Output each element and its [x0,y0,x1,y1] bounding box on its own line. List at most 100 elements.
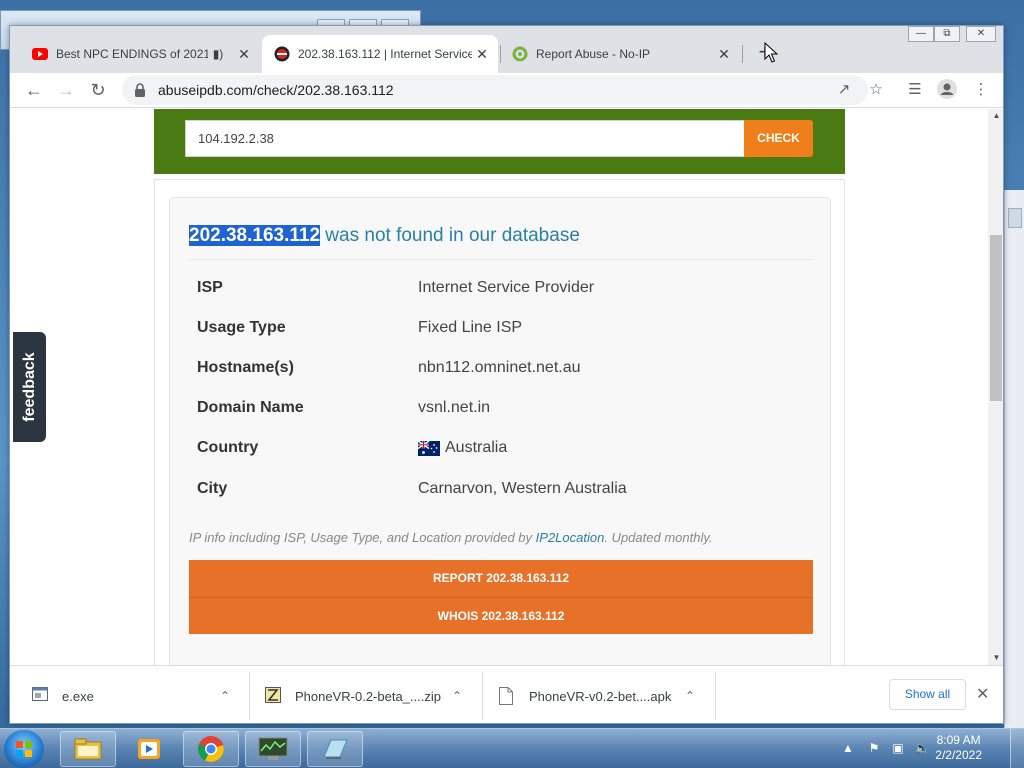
url-text[interactable]: abuseipdb.com/check/202.38.163.112 [158,82,394,98]
info-value: vsnl.net.in [418,399,491,416]
restore-button[interactable]: ⧉ [934,26,960,42]
show-desktop-button[interactable] [1010,729,1024,768]
close-shelf-icon[interactable]: ✕ [976,684,989,704]
download-filename: PhoneVR-0.2-beta_....zip [295,688,441,704]
search-band: 104.192.2.38 CHECK [154,109,845,174]
attribution-note: IP info including ISP, Usage Type, and L… [189,530,712,545]
tab-noip[interactable]: Report Abuse - No-IP ✕ [500,35,740,73]
file-icon [499,687,515,705]
share-icon[interactable]: ↗ [833,79,855,101]
background-scroll-up[interactable] [1008,208,1022,228]
result-card: 202.38.163.112 was not found in our data… [169,197,831,665]
download-separator [715,672,716,720]
tab-title: 202.38.163.112 | Internet Service [298,47,472,61]
download-item[interactable]: PhoneVR-0.2-beta_....zip ⌃ [265,666,475,723]
close-window-button[interactable]: ✕ [966,26,996,42]
media-control-icon[interactable]: ☰ [904,79,926,101]
download-item[interactable]: e.exe ⌃ [32,666,242,723]
speaker-icon[interactable]: ▮) [208,47,228,61]
download-separator [249,672,250,720]
whois-button[interactable]: WHOIS 202.38.163.112 [189,597,813,634]
start-button[interactable] [4,730,44,768]
address-bar[interactable]: abuseipdb.com/check/202.38.163.112 [122,75,868,105]
youtube-icon [32,46,48,62]
download-item[interactable]: PhoneVR-v0.2-bet....apk ⌃ [499,666,709,723]
forward-button[interactable]: → [53,77,79,103]
country-name: Australia [445,439,508,456]
chrome-taskbar-button[interactable] [183,731,239,767]
info-row-city: City Carnarvon, Western Australia [197,480,817,504]
zip-file-icon [265,687,281,705]
selected-ip[interactable]: 202.38.163.112 [189,225,321,246]
show-all-button[interactable]: Show all [889,679,966,710]
menu-kebab-icon[interactable]: ⋮ [970,79,992,101]
bookmark-star-icon[interactable]: ☆ [865,79,887,101]
info-row-domain: Domain Name vsnl.net.in [197,399,817,423]
browser-toolbar: ← → ↻ abuseipdb.com/check/202.38.163.112… [10,73,1003,108]
attribution-prefix: IP info including ISP, Usage Type, and L… [189,530,536,545]
info-key: City [197,480,228,497]
taskbar: ▲ ⚑ ▣ 🔈 8:09 AM 2/2/2022 [0,728,1024,768]
info-value: Australia [418,439,507,457]
tab-abuseipdb[interactable]: 202.38.163.112 | Internet Service ✕ [262,35,498,73]
background-window-edge [1004,190,1024,730]
scroll-thumb[interactable] [990,235,1002,401]
notepad-taskbar-button[interactable] [307,731,363,767]
attribution-suffix: . Updated monthly. [604,530,713,545]
media-player-taskbar-button[interactable] [121,731,177,767]
feedback-tab[interactable]: feedback [13,332,46,442]
page-viewport: 104.192.2.38 CHECK 202.38.163.112 was no… [10,109,988,665]
result-panel: 202.38.163.112 was not found in our data… [154,179,845,665]
tray-expand-icon[interactable]: ▲ [840,741,856,757]
info-row-country: Country Australia [197,439,817,463]
profile-avatar-icon[interactable] [936,79,958,101]
close-tab-icon[interactable]: ✕ [472,46,492,63]
check-button[interactable]: CHECK [744,120,813,157]
scroll-down-arrow[interactable]: ▼ [988,651,1003,665]
scroll-up-arrow[interactable]: ▲ [988,109,1003,123]
download-filename: PhoneVR-v0.2-bet....apk [529,688,672,704]
result-heading: 202.38.163.112 was not found in our data… [189,225,580,247]
info-value: Internet Service Provider [418,279,595,296]
info-key: Domain Name [197,399,304,416]
info-value: Carnarvon, Western Australia [418,480,627,497]
clock-date: 2/2/2022 [935,748,982,762]
report-button[interactable]: REPORT 202.38.163.112 [189,560,813,597]
chevron-up-icon[interactable]: ⌃ [452,689,462,703]
clock-time: 8:09 AM [936,733,981,747]
feedback-label: feedback [20,352,38,422]
tab-youtube[interactable]: Best NPC ENDINGS of 2021 ▮) ✕ [20,35,260,73]
reload-button[interactable]: ↻ [85,77,111,103]
clock[interactable]: 8:09 AM 2/2/2022 [935,733,982,763]
info-row-isp: ISP Internet Service Provider [197,279,817,303]
info-key: Usage Type [197,319,286,336]
minimize-button[interactable]: — [908,26,934,42]
chevron-up-icon[interactable]: ⌃ [685,689,695,703]
close-tab-icon[interactable]: ✕ [714,46,734,63]
ip2location-link[interactable]: IP2Location [536,530,605,545]
volume-icon[interactable]: 🔈 [914,741,930,757]
network-icon[interactable]: ▣ [890,741,906,757]
info-row-usage-type: Usage Type Fixed Line ISP [197,319,817,343]
divider [189,259,813,260]
close-tab-icon[interactable]: ✕ [234,46,254,63]
info-value: Fixed Line ISP [418,319,523,336]
chevron-up-icon[interactable]: ⌃ [220,689,230,703]
explorer-taskbar-button[interactable] [60,731,116,767]
system-monitor-taskbar-button[interactable] [245,731,301,767]
exe-file-icon [32,687,48,705]
download-shelf: e.exe ⌃ PhoneVR-0.2-beta_....zip ⌃ Phone… [10,665,1003,723]
info-row-hostname: Hostname(s) nbn112.omninet.net.au [197,359,817,383]
info-key: Country [197,439,259,456]
ip-search-input[interactable]: 104.192.2.38 [185,120,745,157]
page-scrollbar[interactable]: ▲ ▼ [988,109,1003,665]
lock-icon[interactable] [134,83,148,97]
action-center-flag-icon[interactable]: ⚑ [866,741,882,757]
heading-suffix: was not found in our database [320,225,580,246]
tab-strip: Best NPC ENDINGS of 2021 ▮) ✕ 202.38.163… [10,26,1003,73]
download-separator [482,672,483,720]
back-button[interactable]: ← [21,77,47,103]
tab-title: Report Abuse - No-IP [536,47,651,61]
abuseipdb-icon [274,46,290,62]
mouse-cursor-icon [764,41,779,64]
